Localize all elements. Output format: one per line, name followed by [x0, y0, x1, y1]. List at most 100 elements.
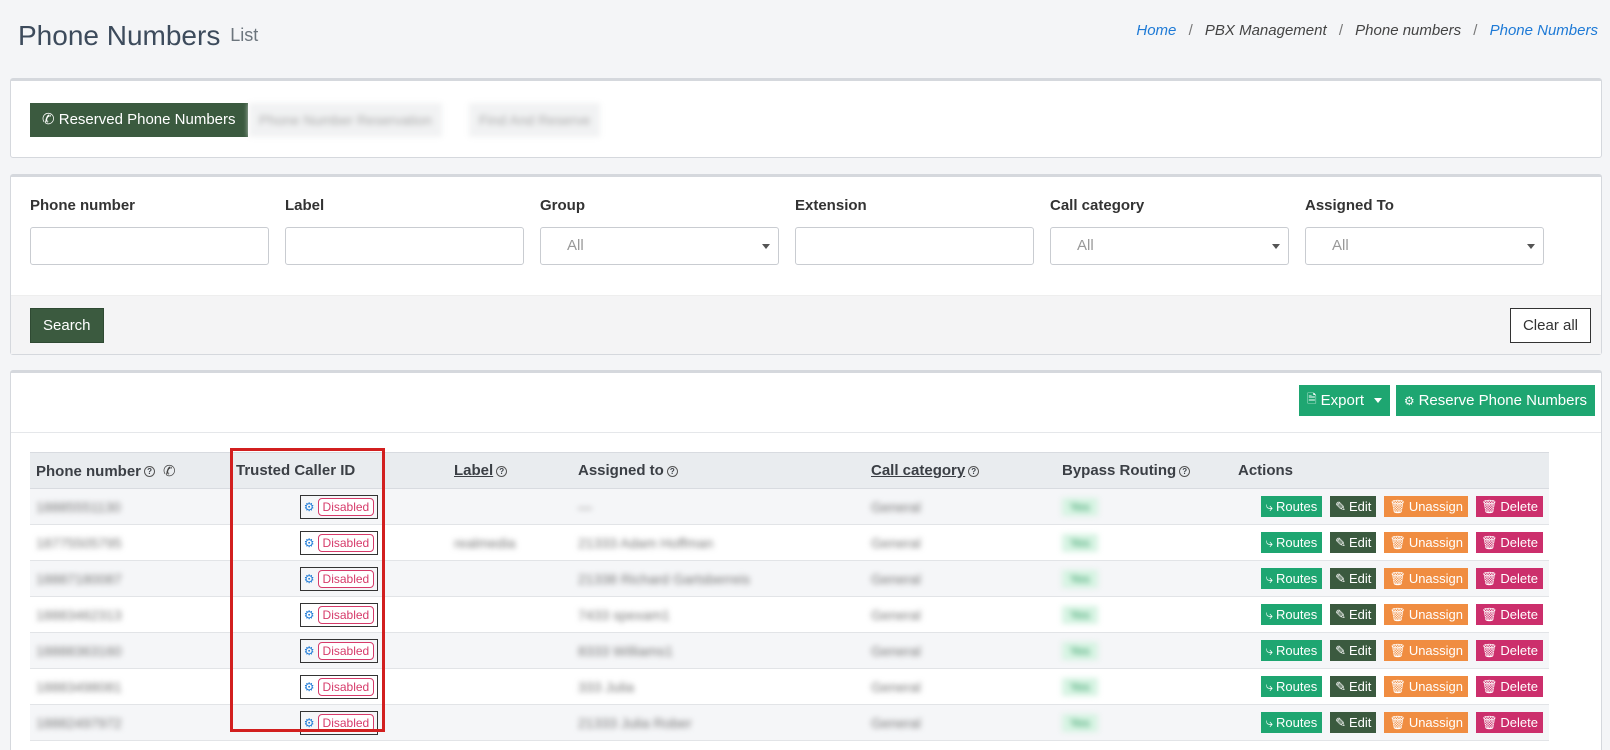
assigned-to-value[interactable]: 333 Julia	[578, 679, 634, 695]
edit-icon: ✎	[1335, 642, 1346, 658]
trusted-caller-id-toggle[interactable]: ⚙ Disabled	[299, 674, 379, 699]
delete-button[interactable]: 🗑 Delete	[1475, 604, 1543, 625]
question-circle-icon[interactable]: ?	[1179, 465, 1191, 477]
assigned-to-value[interactable]: 21338 Richard Gartsberreis	[578, 571, 750, 587]
question-circle-icon[interactable]: ?	[496, 465, 508, 477]
reserve-phone-numbers-button[interactable]: ⚙ Reserve Phone Numbers	[1395, 385, 1595, 416]
unassign-button[interactable]: 🗑 Unassign	[1384, 532, 1469, 553]
edit-button[interactable]: ✎ Edit	[1330, 676, 1377, 697]
group-select[interactable]: All	[540, 227, 779, 265]
assigned-to-value[interactable]: 21333 Julia Rober	[578, 715, 692, 731]
gears-icon: ⚙	[303, 715, 315, 730]
gears-icon: ⚙	[303, 607, 315, 622]
assigned-to-select[interactable]: All	[1305, 227, 1544, 265]
routes-button[interactable]: ⤷ Routes	[1260, 712, 1323, 733]
route-icon: ⤷	[1265, 642, 1273, 658]
edit-button[interactable]: ✎ Edit	[1330, 496, 1377, 517]
search-button[interactable]: Search	[30, 308, 104, 343]
unassign-button[interactable]: 🗑 Unassign	[1384, 496, 1469, 517]
column-label[interactable]: Label?	[448, 452, 572, 489]
edit-button-label: Edit	[1349, 571, 1372, 586]
table-row: 18775505795 ⚙ Disabled realmedia 21333 A…	[30, 525, 1549, 561]
extension-input[interactable]	[795, 227, 1034, 265]
trusted-caller-id-toggle[interactable]: ⚙ Disabled	[299, 710, 379, 735]
column-call-category[interactable]: Call category?	[865, 452, 1056, 489]
cell-call-category: General	[865, 633, 1056, 669]
cell-assigned-to: 333 Julia	[572, 669, 865, 705]
cell-bypass-routing: Yes	[1056, 489, 1232, 525]
tab-phone-number-reservation[interactable]: Phone Number Reservation	[249, 103, 442, 137]
trusted-caller-id-toggle[interactable]: ⚙ Disabled	[299, 602, 379, 627]
column-phone-number[interactable]: Phone number? ✆	[30, 452, 230, 489]
phone-number-value: 18882497972	[36, 714, 122, 731]
breadcrumb-home[interactable]: Home	[1136, 22, 1176, 39]
assigned-to-value[interactable]: 8333 Williams1	[578, 643, 673, 659]
tabs-card: ✆ Reserved Phone Numbers Phone Number Re…	[10, 78, 1602, 158]
gears-icon: ⚙	[303, 679, 315, 694]
reserve-phone-numbers-label: Reserve Phone Numbers	[1418, 392, 1587, 409]
cell-trusted-caller-id: ⚙ Disabled	[230, 633, 448, 669]
delete-button[interactable]: 🗑 Delete	[1475, 712, 1543, 733]
routes-button-label: Routes	[1276, 607, 1318, 622]
edit-button[interactable]: ✎ Edit	[1330, 532, 1377, 553]
edit-button[interactable]: ✎ Edit	[1330, 604, 1377, 625]
breadcrumb-phone-numbers-current[interactable]: Phone Numbers	[1490, 22, 1598, 39]
routes-button[interactable]: ⤷ Routes	[1260, 496, 1323, 517]
group-select-value: All	[567, 237, 584, 254]
cell-phone-number: 18883462313	[30, 597, 230, 633]
route-icon: ⤷	[1265, 606, 1273, 622]
status-badge: Disabled	[317, 569, 375, 588]
assigned-to-value[interactable]: 7433 spexam1	[578, 607, 670, 623]
phone-icon: ✆	[42, 111, 55, 128]
page-title: Phone Numbers	[18, 20, 221, 51]
unassign-button[interactable]: 🗑 Unassign	[1384, 676, 1469, 697]
assigned-to-value[interactable]: —	[578, 499, 592, 515]
unassign-button[interactable]: 🗑 Unassign	[1384, 640, 1469, 661]
table-card: 🗎 Export ⚙ Reserve Phone Numbers Phone n…	[10, 370, 1602, 750]
question-circle-icon[interactable]: ?	[666, 465, 678, 477]
delete-button[interactable]: 🗑 Delete	[1475, 532, 1543, 553]
clear-all-button[interactable]: Clear all	[1509, 308, 1591, 343]
routes-button[interactable]: ⤷ Routes	[1260, 568, 1323, 589]
edit-button-label: Edit	[1349, 499, 1372, 514]
call-category-value: General	[871, 606, 921, 623]
cell-actions: ⤷ Routes ✎ Edit 🗑 Unassign 🗑 Delete	[1232, 561, 1549, 597]
trusted-caller-id-toggle[interactable]: ⚙ Disabled	[299, 638, 379, 663]
edit-button[interactable]: ✎ Edit	[1330, 568, 1377, 589]
edit-button[interactable]: ✎ Edit	[1330, 712, 1377, 733]
routes-button[interactable]: ⤷ Routes	[1260, 604, 1323, 625]
unassign-button[interactable]: 🗑 Unassign	[1384, 568, 1469, 589]
unassign-button[interactable]: 🗑 Unassign	[1384, 604, 1469, 625]
delete-button[interactable]: 🗑 Delete	[1475, 568, 1543, 589]
call-category-value: General	[871, 714, 921, 731]
trusted-caller-id-toggle[interactable]: ⚙ Disabled	[299, 566, 379, 591]
trusted-caller-id-toggle[interactable]: ⚙ Disabled	[299, 530, 379, 555]
unassign-button[interactable]: 🗑 Unassign	[1384, 712, 1469, 733]
edit-icon: ✎	[1335, 498, 1346, 514]
cell-label	[448, 489, 572, 525]
delete-button[interactable]: 🗑 Delete	[1475, 496, 1543, 517]
status-badge: Disabled	[317, 533, 375, 552]
routes-button[interactable]: ⤷ Routes	[1260, 532, 1323, 553]
tab-reserved-phone-numbers[interactable]: ✆ Reserved Phone Numbers	[30, 103, 248, 137]
question-circle-icon[interactable]: ?	[144, 466, 156, 478]
column-assigned-to-label: Assigned to	[578, 462, 664, 479]
export-button[interactable]: 🗎 Export	[1298, 385, 1390, 416]
call-category-select[interactable]: All	[1050, 227, 1289, 265]
delete-button[interactable]: 🗑 Delete	[1475, 640, 1543, 661]
assigned-to-value[interactable]: 21333 Adam Hoffman	[578, 535, 713, 551]
phone-icon: ✆	[163, 462, 176, 480]
edit-button[interactable]: ✎ Edit	[1330, 640, 1377, 661]
cell-actions: ⤷ Routes ✎ Edit 🗑 Unassign 🗑 Delete	[1232, 669, 1549, 705]
label-input[interactable]	[285, 227, 524, 265]
route-icon: ⤷	[1265, 570, 1273, 586]
delete-button[interactable]: 🗑 Delete	[1475, 676, 1543, 697]
trusted-caller-id-toggle[interactable]: ⚙ Disabled	[299, 494, 379, 519]
question-circle-icon[interactable]: ?	[968, 465, 980, 477]
filter-call-category: Call category All	[1050, 197, 1289, 265]
tab-find-and-reserve[interactable]: Find And Reserve	[469, 103, 601, 137]
unassign-button-label: Unassign	[1408, 571, 1464, 586]
phone-number-input[interactable]	[30, 227, 269, 265]
routes-button[interactable]: ⤷ Routes	[1260, 640, 1323, 661]
routes-button[interactable]: ⤷ Routes	[1260, 676, 1323, 697]
